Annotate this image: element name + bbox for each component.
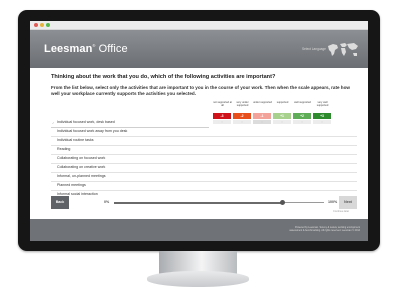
scale-label: under supported (253, 101, 272, 104)
activity-label: Individual focused work away from you de… (57, 129, 128, 133)
activity-label: Individual focused work, desk based (57, 120, 115, 124)
window-minimize-dot[interactable] (40, 23, 44, 27)
leesman-logo: Leesman® Office (44, 43, 128, 55)
progress-end-label: 100% (328, 200, 338, 204)
footer-bar: Powered by Leesman. Survey & review, wor… (30, 219, 368, 241)
activity-label: Individual routine tasks (57, 138, 94, 142)
header-banner: Leesman® Office Select Language (30, 30, 368, 68)
activity-label: Reading (57, 147, 71, 151)
question-instructions: From the list below, select only the act… (51, 85, 350, 97)
checkbox-icon[interactable]: ✓ (52, 121, 55, 125)
progress-handle[interactable] (279, 200, 285, 205)
activity-label: Informal, un-planned meetings (57, 174, 106, 178)
activity-item[interactable]: Individual focused work away from you de… (51, 128, 357, 137)
browser-titlebar (30, 21, 368, 30)
back-button[interactable]: Back (51, 196, 69, 209)
scale-value: +1 (273, 113, 291, 119)
activity-item[interactable]: Planned meetings (51, 182, 357, 191)
scale-label: very under supported (236, 101, 249, 107)
scale-label: very well supported (316, 101, 329, 107)
browser-screen: Leesman® Office Select Language Thinking… (30, 21, 368, 241)
progress-start-label: 0% (104, 200, 110, 204)
activity-label: Collaborating on focused work (57, 156, 106, 160)
scale-value: -1 (253, 113, 271, 119)
activity-item[interactable]: Individual routine tasks (51, 137, 357, 146)
window-maximize-dot[interactable] (46, 23, 50, 27)
rating-option[interactable]: ○ (213, 120, 231, 124)
activity-item[interactable]: Collaborating on focused work (51, 155, 357, 164)
activity-item[interactable]: Reading (51, 146, 357, 155)
rating-option[interactable]: ○ (253, 120, 271, 124)
rating-option[interactable]: ○ (273, 120, 291, 124)
scale-label: well supported (294, 101, 311, 104)
scale-value: -3 (213, 113, 231, 119)
activity-label: Collaborating on creative work (57, 165, 106, 169)
footer-text: Powered by Leesman. Survey & review, wor… (289, 226, 360, 233)
monitor-bezel: Leesman® Office Select Language Thinking… (18, 10, 380, 251)
activity-item[interactable]: Collaborating on creative work (51, 164, 357, 173)
world-map-icon (328, 43, 358, 56)
activity-label: Planned meetings (57, 183, 86, 187)
activity-item[interactable]: Informal, un-planned meetings (51, 173, 357, 182)
scale-value: -2 (233, 113, 251, 119)
rating-option[interactable]: ○ (293, 120, 311, 124)
window-close-dot[interactable] (34, 23, 38, 27)
scale-label: not supported at all (213, 101, 232, 107)
next-button[interactable]: Next (339, 196, 357, 209)
scale-label: supported (276, 101, 289, 104)
activity-item[interactable]: Informal social interaction (51, 191, 357, 199)
progress-track[interactable] (114, 200, 324, 205)
monitor-foot (147, 271, 249, 287)
rating-option[interactable]: ○ (233, 120, 251, 124)
select-language-link[interactable]: Select Language (302, 47, 326, 51)
activity-item[interactable]: ✓ Individual focused work, desk based (51, 119, 209, 128)
progress-fill (114, 201, 282, 204)
question-heading: Thinking about the work that you do, whi… (51, 74, 276, 80)
scale-value: +3 (313, 113, 331, 119)
continue-later-link[interactable]: Continue later (333, 210, 349, 213)
rating-option[interactable]: ○ (313, 120, 331, 124)
scale-value: +2 (293, 113, 311, 119)
